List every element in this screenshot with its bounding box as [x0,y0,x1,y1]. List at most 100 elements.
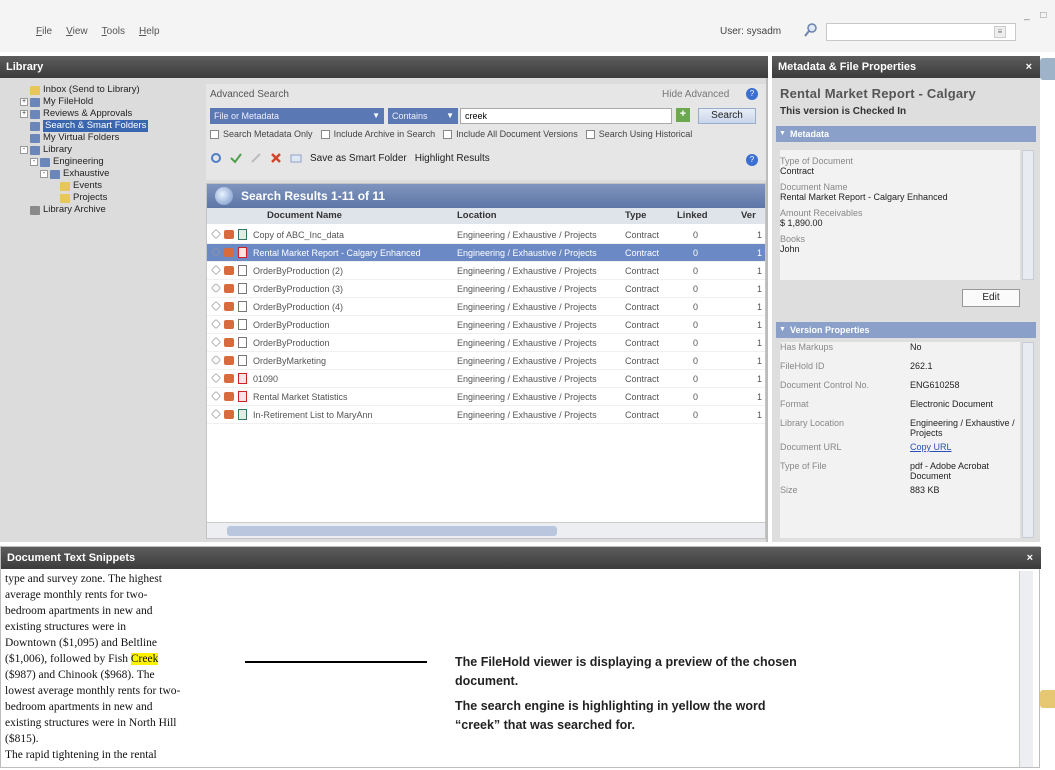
result-row[interactable]: In-Retirement List to MaryAnn Engineering… [207,406,765,424]
delete-icon[interactable] [270,152,282,164]
tree-item-label: Search & Smart Folders [43,120,149,132]
vertical-scrollbar[interactable] [1019,571,1033,767]
tree-item[interactable]: - Engineering [20,156,200,168]
tree-item[interactable]: Events [20,180,200,192]
result-row[interactable]: OrderByProduction Engineering / Exhaustiv… [207,334,765,352]
favorite-star-icon[interactable] [211,301,221,311]
close-icon[interactable]: × [1027,547,1033,569]
tag-icon[interactable] [224,284,234,293]
favorite-star-icon[interactable] [211,373,221,383]
version-properties-section-bar[interactable]: Version Properties [776,322,1036,338]
hide-advanced-link[interactable]: Hide Advanced [662,89,729,100]
help-icon[interactable]: ? [746,88,758,100]
tag-icon[interactable] [224,392,234,401]
tag-icon[interactable] [224,410,234,419]
column-document-name[interactable]: Document Name [267,210,342,221]
search-field-select[interactable]: File or Metadata ▼ [210,108,384,124]
save-smart-folder-button[interactable]: Save as Smart Folder [310,153,407,164]
tag-icon[interactable] [224,356,234,365]
tree-item[interactable]: Search & Smart Folders [20,120,200,132]
tree-item[interactable]: Library Archive [20,204,200,216]
menu-view[interactable]: View [66,26,88,37]
result-row[interactable]: Copy of ABC_Inc_data Engineering / Exhaus… [207,226,765,244]
result-row[interactable]: OrderByProduction (2) Engineering / Exhau… [207,262,765,280]
search-icon[interactable] [804,22,818,38]
tree-item[interactable]: My Virtual Folders [20,132,200,144]
tree-item[interactable]: Projects [20,192,200,204]
scrollbar-thumb[interactable] [227,526,557,536]
search-metadata-only-checkbox[interactable]: Search Metadata Only [210,129,313,139]
tree-item[interactable]: - Library [20,144,200,156]
favorite-star-icon[interactable] [211,247,221,257]
email-icon[interactable] [290,152,302,164]
highlight-results-button[interactable]: Highlight Results [415,153,490,164]
favorite-star-icon[interactable] [211,265,221,275]
cell-location: Engineering / Exhaustive / Projects [457,338,597,348]
expand-icon[interactable]: + [20,98,28,106]
advanced-search-title: Advanced Search [210,89,289,100]
search-button[interactable]: Search [698,108,756,124]
refresh-icon[interactable] [210,152,222,164]
version-property-label: Has Markups [780,342,834,352]
side-dock-tab-bottom[interactable] [1040,690,1055,708]
collapse-icon[interactable]: - [40,170,48,178]
vertical-scrollbar[interactable] [1022,150,1034,280]
column-type[interactable]: Type [625,210,646,221]
tag-icon[interactable] [224,320,234,329]
metadata-panel: Metadata & File Properties × Rental Mark… [772,56,1040,542]
folder-icon [30,145,40,155]
tree-item[interactable]: - Exhaustive [20,168,200,180]
menu-tools[interactable]: Tools [102,26,125,37]
include-archive-checkbox[interactable]: Include Archive in Search [320,129,435,139]
tree-item[interactable]: Inbox (Send to Library) [20,84,200,96]
favorite-star-icon[interactable] [211,319,221,329]
search-operator-select[interactable]: Contains ▼ [388,108,458,124]
edit-button[interactable]: Edit [962,289,1020,307]
column-location[interactable]: Location [457,210,497,221]
favorite-star-icon[interactable] [211,337,221,347]
favorite-star-icon[interactable] [211,229,221,239]
global-search-input[interactable] [826,23,1016,41]
menu-help[interactable]: Help [139,26,160,37]
close-icon[interactable]: × [1026,56,1032,78]
horizontal-scrollbar[interactable] [207,522,765,538]
tag-icon[interactable] [224,266,234,275]
favorite-star-icon[interactable] [211,355,221,365]
search-historical-checkbox[interactable]: Search Using Historical [585,129,692,139]
checkmark-icon[interactable] [230,152,242,164]
tag-icon[interactable] [224,230,234,239]
tag-icon[interactable] [224,248,234,257]
favorite-star-icon[interactable] [211,409,221,419]
global-search-clear-button[interactable]: ≡ [994,26,1006,38]
vertical-scrollbar[interactable] [1022,342,1034,538]
result-row[interactable]: OrderByMarketing Engineering / Exhaustive… [207,352,765,370]
tag-icon[interactable] [224,374,234,383]
result-row[interactable]: OrderByProduction (3) Engineering / Exhau… [207,280,765,298]
side-dock-tab[interactable] [1040,58,1055,80]
tree-item[interactable]: + My FileHold [20,96,200,108]
search-term-input[interactable]: creek [460,108,672,124]
add-criteria-button[interactable]: + [676,108,690,122]
window-controls[interactable]: _ □ [1024,10,1050,21]
menu-file[interactable]: File [36,26,52,37]
favorite-star-icon[interactable] [211,391,221,401]
tag-icon[interactable] [224,338,234,347]
pencil-icon[interactable] [250,152,262,164]
metadata-section-bar[interactable]: Metadata [776,126,1036,142]
favorite-star-icon[interactable] [211,283,221,293]
result-row[interactable]: Rental Market Report - Calgary Enhanced E… [207,244,765,262]
tree-item[interactable]: + Reviews & Approvals [20,108,200,120]
collapse-icon[interactable]: - [20,146,28,154]
expand-icon[interactable]: + [20,110,28,118]
help-icon[interactable]: ? [746,154,758,166]
column-linked[interactable]: Linked [677,210,708,221]
collapse-icon[interactable]: - [30,158,38,166]
result-row[interactable]: 01090 Engineering / Exhaustive / Projects… [207,370,765,388]
include-all-versions-checkbox[interactable]: Include All Document Versions [443,129,578,139]
column-version[interactable]: Ver [741,210,756,221]
tag-icon[interactable] [224,302,234,311]
result-row[interactable]: OrderByProduction Engineering / Exhaustiv… [207,316,765,334]
result-row[interactable]: OrderByProduction (4) Engineering / Exhau… [207,298,765,316]
result-row[interactable]: Rental Market Statistics Engineering / Ex… [207,388,765,406]
copy-url-link[interactable]: Copy URL [910,442,1018,457]
